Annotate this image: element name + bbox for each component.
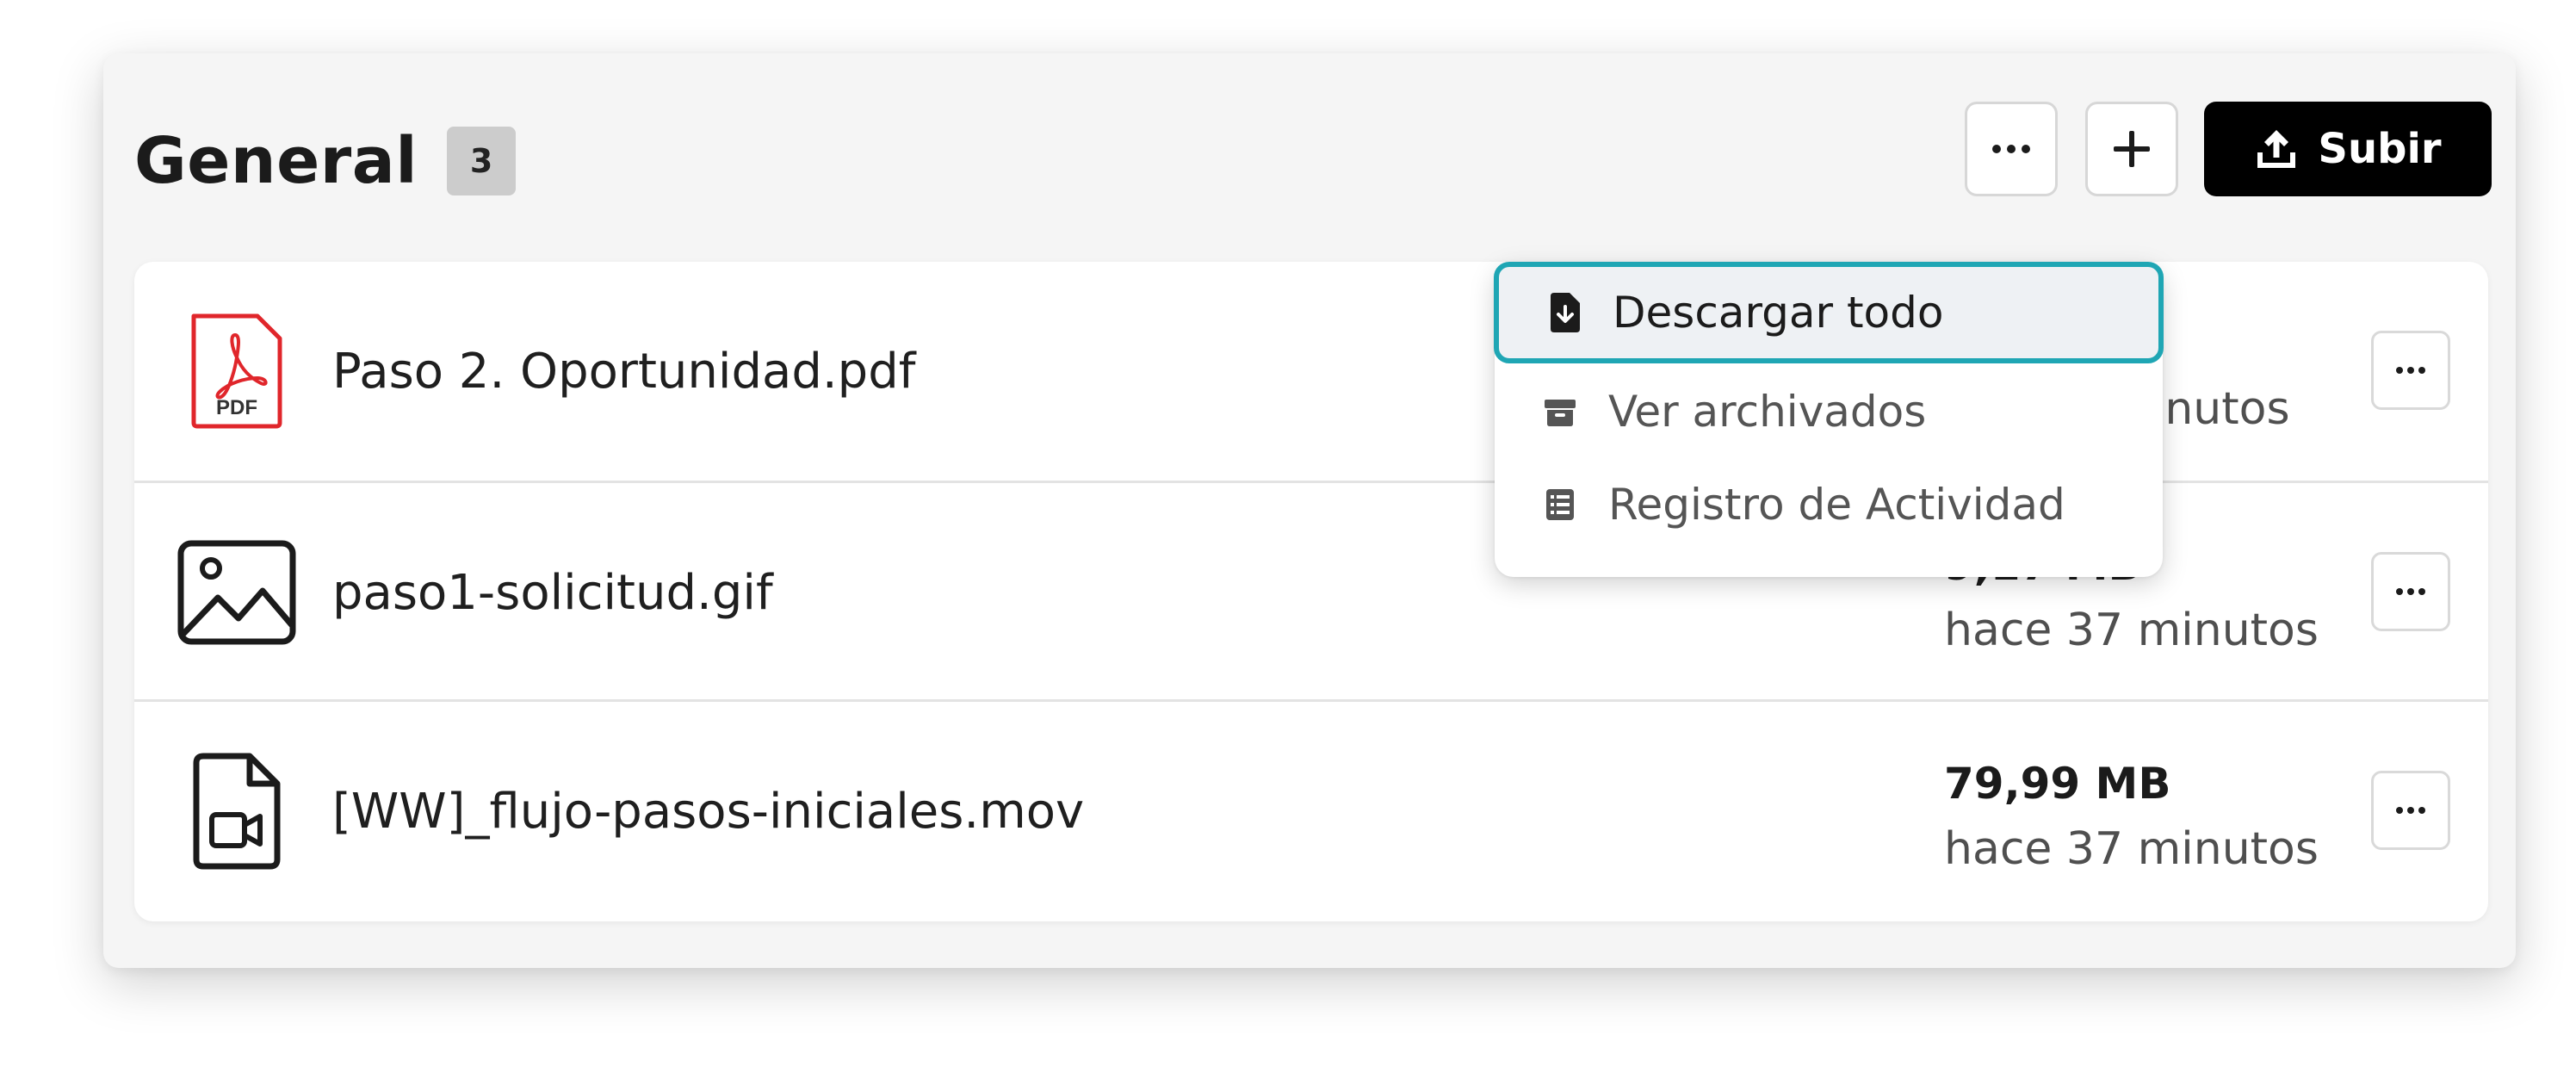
menu-item-download-all[interactable]: Descargar todo	[1494, 262, 2164, 363]
add-button[interactable]	[2085, 102, 2178, 196]
menu-item-view-archived[interactable]: Ver archivados	[1495, 365, 2163, 458]
file-size: 79,99 MB	[1944, 759, 2171, 809]
menu-item-label: Registro de Actividad	[1608, 480, 2065, 530]
more-options-button[interactable]	[1965, 102, 2058, 196]
file-time: hace 37 minutos	[1944, 605, 2319, 656]
file-meta: 79,99 MB hace 37 minutos	[1944, 752, 2319, 883]
file-name[interactable]: paso1-solicitud.gif	[332, 483, 773, 702]
activity-list-icon	[1543, 483, 1577, 526]
file-more-button[interactable]	[2371, 552, 2450, 631]
upload-icon	[2257, 130, 2296, 168]
file-name[interactable]: [WW]_flujo-pasos-iniciales.mov	[332, 702, 1084, 921]
file-count-badge: 3	[447, 127, 517, 195]
file-time: hace 37 minutos	[1944, 823, 2319, 875]
menu-item-label: Ver archivados	[1608, 387, 1927, 437]
ellipsis-icon	[1992, 145, 2030, 153]
file-more-button[interactable]	[2371, 331, 2450, 410]
file-row[interactable]: [WW]_flujo-pasos-iniciales.mov 79,99 MB …	[134, 699, 2488, 918]
svg-text:PDF: PDF	[216, 396, 257, 419]
general-files-panel: General 3 Subir PDF Paso 2. Oportunidad.…	[103, 53, 2516, 968]
pdf-file-icon: PDF	[172, 308, 301, 434]
file-name[interactable]: Paso 2. Oportunidad.pdf	[332, 262, 915, 481]
ellipsis-icon	[2396, 588, 2425, 595]
file-more-button[interactable]	[2371, 771, 2450, 850]
more-options-menu: Descargar todo Ver archivados Registro d…	[1494, 262, 2164, 577]
video-file-icon	[172, 748, 301, 874]
image-file-icon	[172, 530, 301, 655]
ellipsis-icon	[2396, 807, 2425, 814]
ellipsis-icon	[2396, 367, 2425, 374]
menu-item-activity-log[interactable]: Registro de Actividad	[1495, 458, 2163, 551]
archive-icon	[1543, 390, 1577, 433]
upload-button[interactable]: Subir	[2204, 102, 2492, 196]
plus-icon	[2114, 131, 2150, 167]
file-download-icon	[1547, 291, 1582, 334]
section-header: General 3	[134, 114, 517, 208]
upload-button-label: Subir	[2318, 125, 2442, 173]
menu-item-label: Descargar todo	[1613, 288, 1944, 338]
section-title: General	[134, 124, 418, 198]
